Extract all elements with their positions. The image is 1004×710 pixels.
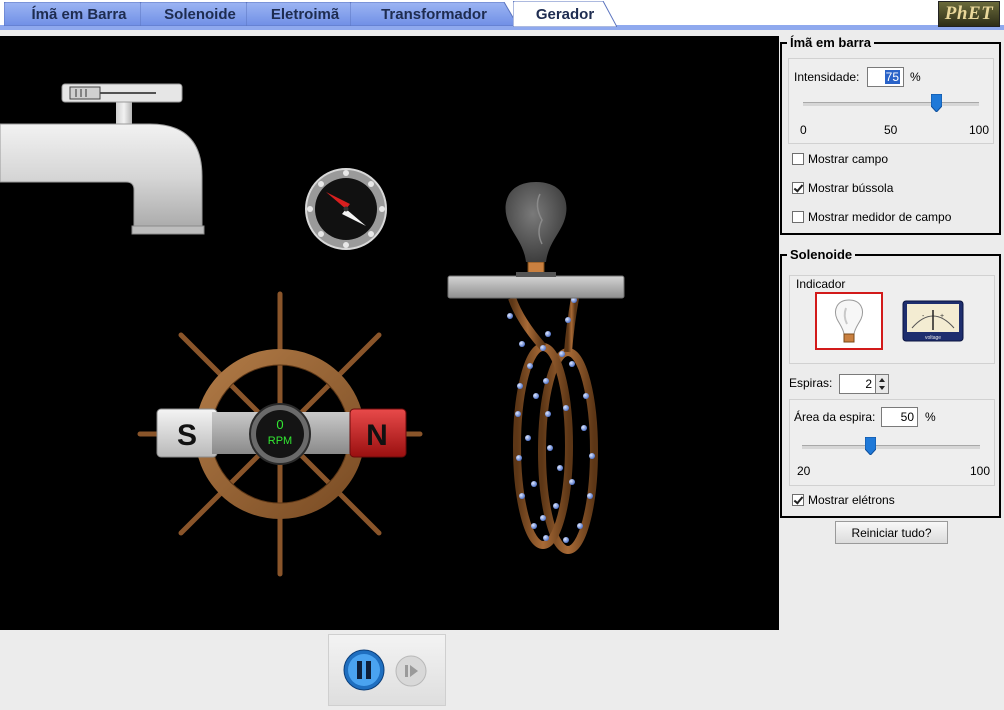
tab-label: Gerador	[535, 5, 595, 23]
loops-label: Espiras:	[789, 376, 833, 390]
reset-all-button[interactable]: Reiniciar tudo?	[835, 521, 948, 544]
show-electrons-label[interactable]: Mostrar elétrons	[808, 493, 895, 507]
strength-scale-min: 0	[800, 123, 807, 137]
lightbulb-indicator-button[interactable]	[815, 292, 883, 350]
light-bulb-indicator	[505, 182, 567, 277]
compass[interactable]	[305, 168, 387, 250]
voltmeter-caption: voltage	[925, 335, 941, 341]
loops-value: 2	[865, 377, 872, 391]
tab-label: Transformador	[381, 5, 487, 23]
lightbulb-icon	[835, 299, 863, 343]
indicator-label: Indicador	[796, 277, 846, 291]
strength-label: Intensidade:	[794, 70, 860, 84]
strength-scale-mid: 50	[884, 123, 898, 137]
magnet-north-label: N	[366, 419, 388, 452]
show-field-label[interactable]: Mostrar campo	[808, 152, 888, 166]
spinner-arrows-icon	[879, 378, 885, 390]
bar-magnet-panel: Ímã em barra Intensidade: 75 % 0 50 100 …	[780, 35, 1001, 235]
phet-logo-text: PhET	[944, 3, 994, 24]
indicator-group: Indicador - + voltage	[789, 275, 995, 364]
rpm-unit: RPM	[268, 435, 292, 447]
strength-slider-thumb[interactable]	[931, 94, 942, 112]
loop-area-label: Área da espira:	[794, 410, 876, 424]
strength-slider-track[interactable]	[803, 102, 979, 106]
loop-area-scale-min: 20	[797, 464, 811, 478]
pause-icon	[343, 649, 385, 691]
tab-label: Eletroimã	[270, 5, 340, 23]
tab-electromagnet[interactable]: Eletroimã	[246, 2, 364, 26]
faucet-flow-slider[interactable]	[61, 83, 183, 103]
tab-solenoid[interactable]: Solenoide	[140, 2, 260, 26]
phet-logo[interactable]: PhET	[938, 1, 1000, 27]
show-field-meter-label[interactable]: Mostrar medidor de campo	[808, 210, 951, 224]
loop-area-unit: %	[925, 410, 936, 424]
show-compass-label[interactable]: Mostrar bússola	[808, 181, 893, 195]
strength-value: 75	[884, 70, 900, 84]
tab-label: Solenoide	[164, 5, 236, 23]
loop-area-scale-max: 100	[970, 464, 991, 478]
rpm-value: 0	[276, 417, 283, 432]
strength-unit: %	[910, 70, 921, 84]
pickup-coil[interactable]	[507, 296, 598, 554]
bulb-base-shelf	[447, 275, 625, 299]
simulation-canvas[interactable]: S N 0 RPM	[0, 36, 779, 630]
voltmeter-indicator-button[interactable]: - + voltage	[902, 300, 964, 342]
loops-input[interactable]: 2	[839, 374, 876, 394]
tab-bar: Ímã em Barra Solenoide Eletroimã Transfo…	[0, 0, 1004, 30]
strength-input[interactable]: 75	[867, 67, 904, 87]
loops-spinner[interactable]: 2	[839, 374, 889, 394]
solenoid-panel: Solenoide Indicador - + voltage Espiras:	[780, 247, 1001, 518]
clock-controls	[328, 634, 446, 706]
strength-control: Intensidade: 75 % 0 50 100	[788, 58, 994, 144]
tab-label: Ímã em Barra	[31, 5, 127, 23]
rpm-meter: 0 RPM	[249, 403, 311, 465]
show-field-meter-checkbox[interactable]	[792, 211, 804, 223]
show-electrons-checkbox[interactable]	[792, 494, 804, 506]
pause-button[interactable]	[343, 649, 385, 691]
loop-area-input[interactable]: 50	[881, 407, 918, 427]
step-button[interactable]	[395, 655, 427, 687]
step-icon	[395, 655, 427, 687]
loop-area-control: Área da espira: 50 % 20 100	[789, 399, 995, 486]
panel-title: Solenoide	[787, 247, 856, 262]
show-field-checkbox[interactable]	[792, 153, 804, 165]
water-faucet[interactable]	[0, 100, 205, 235]
panel-title: Ímã em barra	[787, 35, 874, 50]
strength-scale-max: 100	[969, 123, 990, 137]
tab-bar-magnet[interactable]: Ímã em Barra	[4, 2, 154, 26]
tab-generator[interactable]: Gerador	[513, 1, 617, 27]
magnet-south-label: S	[177, 419, 197, 452]
loop-area-slider-track[interactable]	[802, 445, 980, 449]
loops-spinner-arrows[interactable]	[875, 374, 889, 394]
voltmeter-icon: - + voltage	[902, 300, 964, 342]
svg-text:+: +	[940, 313, 944, 320]
loop-area-value: 50	[900, 410, 914, 424]
show-compass-checkbox[interactable]	[792, 182, 804, 194]
tab-transformer[interactable]: Transformador	[350, 2, 518, 26]
simulation-scene: S N 0 RPM	[0, 83, 625, 577]
loop-area-slider-thumb[interactable]	[865, 437, 876, 455]
